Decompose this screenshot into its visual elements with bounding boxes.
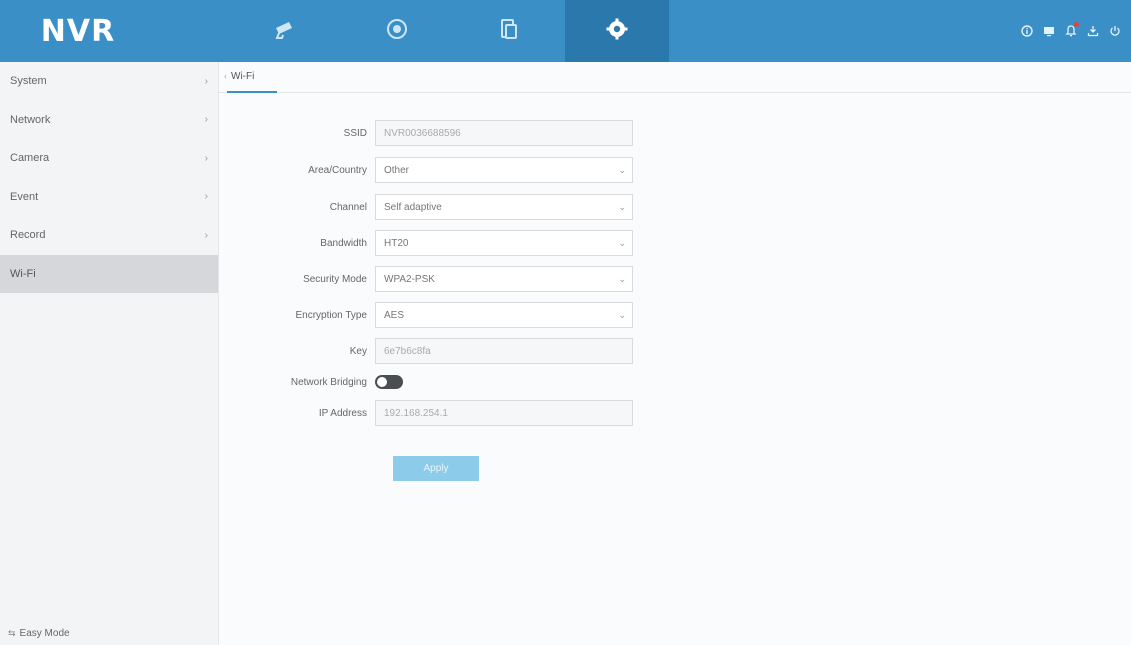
switch-mode-icon: ⇆ <box>8 628 16 638</box>
key-row: Key 6e7b6c8fa <box>219 338 659 364</box>
chevron-down-icon: ⌄ <box>618 201 626 212</box>
content-tabs: ‹ Wi-Fi <box>219 62 1131 93</box>
top-right-toolbar <box>1021 0 1121 62</box>
ip-label: IP Address <box>318 407 367 419</box>
bridging-row: Network Bridging <box>219 369 659 395</box>
sidebar-item-label: Camera <box>10 152 50 165</box>
toggle-knob <box>377 377 387 387</box>
apply-button[interactable]: Apply <box>393 456 479 481</box>
chevron-right-icon: › <box>204 152 208 164</box>
monitor-icon[interactable] <box>1043 25 1055 37</box>
top-bar: NVR <box>0 0 1131 62</box>
files-icon <box>497 17 521 46</box>
sidebar-item-label: System <box>10 75 47 88</box>
notification-dot <box>1074 22 1079 27</box>
tab-wifi[interactable]: ‹ Wi-Fi <box>224 62 277 93</box>
area-row: Area/Country Other ⌄ <box>219 157 659 183</box>
playback-icon <box>385 17 409 46</box>
info-icon[interactable] <box>1021 25 1033 37</box>
chevron-down-icon: ⌄ <box>618 164 626 175</box>
chevron-right-icon: › <box>204 75 208 87</box>
chevron-down-icon: ⌄ <box>618 309 626 320</box>
sidebar-item-network[interactable]: Network › <box>0 101 218 140</box>
channel-row: Channel Self adaptive ⌄ <box>219 194 659 220</box>
ip-row: IP Address 192.168.254.1 <box>219 400 659 426</box>
chevron-down-icon: ⌄ <box>618 237 626 248</box>
sidebar-item-wifi[interactable]: Wi-Fi <box>0 254 218 293</box>
area-select[interactable]: Other ⌄ <box>375 157 633 183</box>
ssid-field[interactable]: NVR0036688596 <box>375 120 633 146</box>
key-value: 6e7b6c8fa <box>384 345 431 357</box>
sidebar-item-label: Record <box>10 229 46 242</box>
bandwidth-row: Bandwidth HT20 ⌄ <box>219 230 659 256</box>
tab-playback[interactable] <box>341 0 453 62</box>
sidebar-item-camera[interactable]: Camera › <box>0 139 218 178</box>
ssid-value: NVR0036688596 <box>384 127 461 139</box>
area-label: Area/Country <box>308 164 367 176</box>
chevron-right-icon: › <box>204 191 208 203</box>
encryption-label: Encryption Type <box>295 309 367 321</box>
notification-icon[interactable] <box>1065 22 1079 37</box>
bandwidth-label: Bandwidth <box>320 237 367 249</box>
area-value: Other <box>384 164 410 176</box>
bandwidth-select[interactable]: HT20 ⌄ <box>375 230 633 256</box>
sidebar-item-event[interactable]: Event › <box>0 178 218 217</box>
chevron-right-icon: › <box>204 229 208 241</box>
download-icon[interactable] <box>1087 25 1099 37</box>
bridging-label: Network Bridging <box>290 376 367 388</box>
nvr-logo: NVR <box>40 13 116 49</box>
power-icon[interactable] <box>1109 25 1121 37</box>
network-bridging-toggle[interactable] <box>375 375 403 389</box>
security-select[interactable]: WPA2-PSK ⌄ <box>375 266 633 292</box>
gear-icon <box>605 17 629 46</box>
tab-live-view[interactable] <box>229 0 341 62</box>
tab-files[interactable] <box>453 0 565 62</box>
sidebar-item-label: Event <box>10 190 39 203</box>
tab-settings[interactable] <box>565 0 669 62</box>
channel-value: Self adaptive <box>384 201 442 213</box>
ssid-label: SSID <box>343 127 367 139</box>
key-label: Key <box>349 345 367 357</box>
ip-value: 192.168.254.1 <box>384 407 448 419</box>
security-row: Security Mode WPA2-PSK ⌄ <box>219 266 659 292</box>
ip-address-field[interactable]: 192.168.254.1 <box>375 400 633 426</box>
sidebar-item-label: Network <box>10 113 51 126</box>
encryption-select[interactable]: AES ⌄ <box>375 302 633 328</box>
sidebar: System › Network › Camera › Event › Reco… <box>0 62 219 645</box>
chevron-right-icon: › <box>204 114 208 126</box>
sidebar-item-system[interactable]: System › <box>0 62 218 101</box>
security-label: Security Mode <box>303 273 367 285</box>
chevron-down-icon: ⌄ <box>618 273 626 284</box>
sidebar-item-record[interactable]: Record › <box>0 216 218 255</box>
camera-icon <box>273 17 297 46</box>
channel-select[interactable]: Self adaptive ⌄ <box>375 194 633 220</box>
bandwidth-value: HT20 <box>384 237 409 249</box>
chevron-left-icon: ‹ <box>224 71 227 81</box>
encryption-row: Encryption Type AES ⌄ <box>219 302 659 328</box>
channel-label: Channel <box>329 201 367 213</box>
encryption-value: AES <box>384 309 405 321</box>
security-value: WPA2-PSK <box>384 273 435 285</box>
easy-mode-link[interactable]: ⇆ Easy Mode <box>8 628 70 639</box>
sidebar-item-label: Wi-Fi <box>10 267 36 280</box>
tab-wifi-label: Wi-Fi <box>231 71 255 82</box>
easy-mode-label: Easy Mode <box>19 628 70 639</box>
key-field[interactable]: 6e7b6c8fa <box>375 338 633 364</box>
ssid-row: SSID NVR0036688596 <box>219 120 659 146</box>
